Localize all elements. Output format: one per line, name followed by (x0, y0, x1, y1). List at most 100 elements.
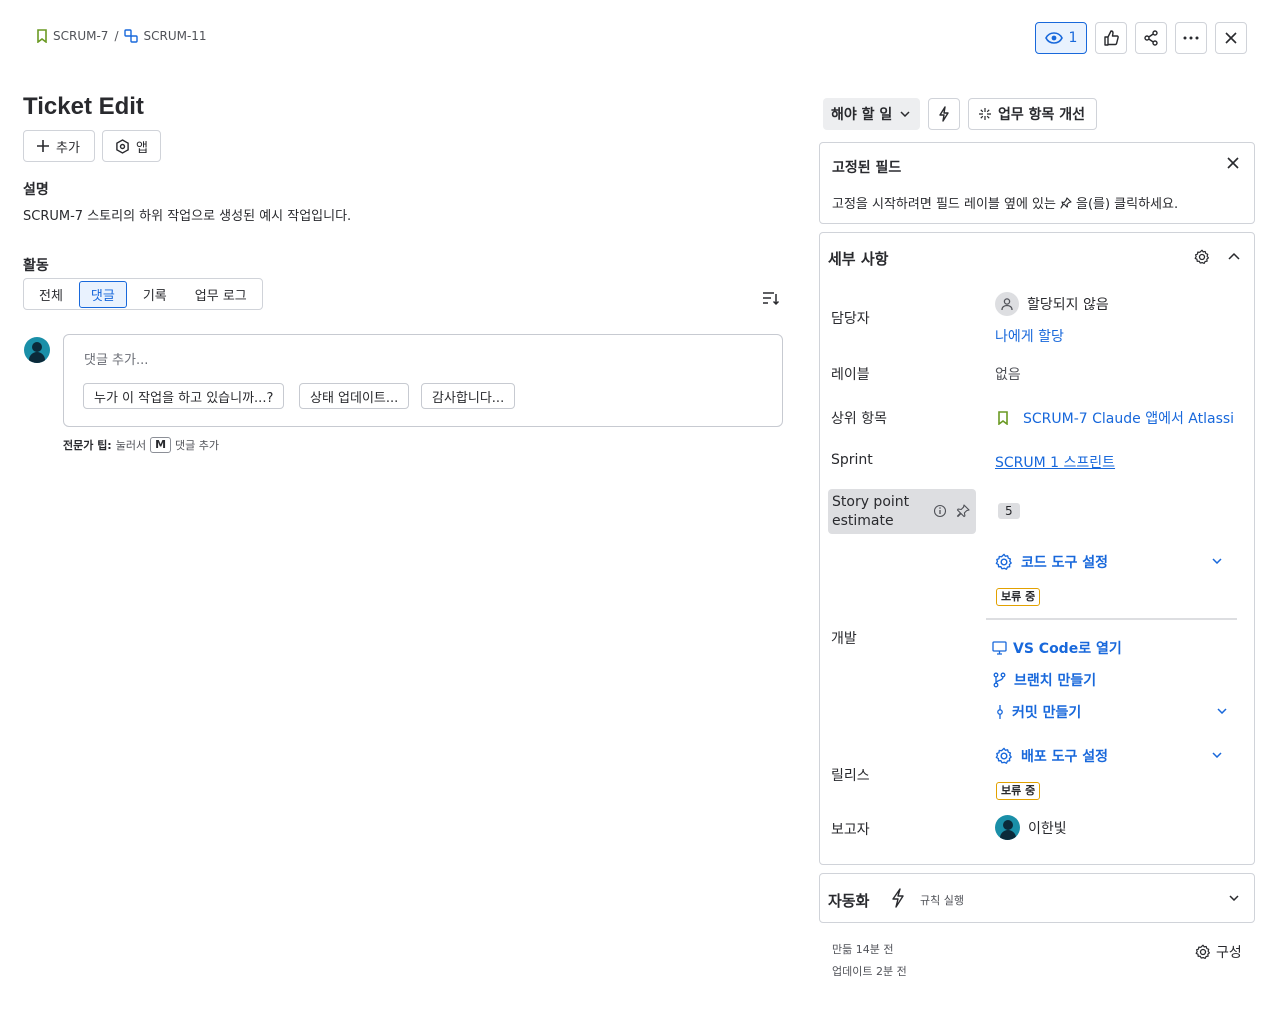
lightning-icon (938, 106, 950, 122)
pinned-hint-after: 을(를) 클릭하세요. (1075, 197, 1179, 212)
divider (986, 618, 1237, 620)
story-points-label-box: Story point estimate (828, 489, 976, 534)
assignee-label: 담당자 (831, 311, 870, 327)
like-button[interactable] (1095, 22, 1127, 54)
lightning-icon (891, 888, 905, 908)
breadcrumb-separator: / (114, 29, 119, 43)
deploy-tool-setup-label: 배포 도구 설정 (1021, 749, 1109, 765)
pinned-fields-hint: 고정을 시작하려면 필드 레이블 옆에 있는 을(를) 클릭하세요. (832, 193, 1178, 212)
add-button-label: 추가 (56, 140, 80, 156)
breadcrumb-parent-label: SCRUM-7 (53, 29, 109, 43)
chevron-down-icon (1229, 895, 1239, 901)
close-button[interactable] (1215, 22, 1247, 54)
eye-icon (1044, 32, 1063, 44)
create-branch-label: 브랜치 만들기 (1014, 673, 1097, 689)
tab-all[interactable]: 전체 (27, 281, 75, 308)
release-pending-badge: 보류 중 (996, 782, 1041, 800)
comment-placeholder: 댓글 추가... (84, 353, 149, 368)
more-actions-button[interactable] (1175, 22, 1207, 54)
story-icon (36, 29, 48, 43)
code-pending-badge: 보류 중 (996, 588, 1041, 606)
info-icon[interactable] (933, 504, 947, 518)
parent-value: SCRUM-7 Claude 앱에서 Atlassi (1023, 411, 1235, 427)
assign-to-me-link[interactable]: 나에게 할당 (995, 326, 1064, 346)
automation-panel[interactable]: 자동화 규칙 실행 (819, 873, 1255, 923)
chevron-down-icon (1212, 752, 1222, 758)
parent-label: 상위 항목 (831, 411, 887, 427)
pro-tip-prefix: 전문가 팁: (63, 439, 112, 452)
close-icon (1226, 156, 1240, 170)
comment-input[interactable]: 댓글 추가... (63, 334, 783, 427)
chevron-down-icon (1212, 558, 1222, 564)
open-vscode-link[interactable]: VS Code로 열기 (992, 638, 1122, 658)
breadcrumb-parent[interactable]: SCRUM-7 (36, 29, 108, 43)
unassigned-avatar-icon (995, 292, 1019, 316)
code-tool-expand-button[interactable] (1212, 558, 1222, 564)
sprint-link[interactable]: SCRUM 1 스프린트 (995, 452, 1115, 472)
commit-expand-button[interactable] (1217, 708, 1227, 714)
plus-icon (36, 139, 50, 153)
shortcut-key: M (150, 437, 172, 453)
quick-reply-thanks[interactable]: 감사합니다... (421, 383, 516, 409)
code-tool-setup-label: 코드 도구 설정 (1021, 555, 1109, 571)
share-button[interactable] (1135, 22, 1167, 54)
pin-icon[interactable] (956, 504, 970, 518)
pinned-hint-before: 고정을 시작하려면 필드 레이블 옆에 있는 (832, 197, 1056, 212)
pinned-fields-title: 고정된 필드 (832, 160, 902, 176)
configure-label: 구성 (1216, 945, 1242, 961)
tab-history[interactable]: 기록 (131, 281, 179, 308)
details-collapse-button[interactable] (1228, 252, 1240, 260)
story-points-label-line2: estimate (832, 513, 894, 529)
story-points-label-line1: Story point (832, 494, 910, 510)
story-points-value[interactable]: 5 (998, 503, 1020, 519)
deploy-tool-expand-button[interactable] (1212, 752, 1222, 758)
pin-icon (1060, 196, 1072, 209)
commit-icon (996, 704, 1004, 720)
code-tool-setup-link[interactable]: 코드 도구 설정 (995, 552, 1108, 572)
activity-heading: 활동 (23, 258, 49, 274)
close-icon (1224, 31, 1238, 45)
watch-button[interactable]: 1 (1035, 22, 1087, 54)
quick-reply-who[interactable]: 누가 이 작업을 하고 있습니까...? (83, 383, 285, 409)
description-text[interactable]: SCRUM-7 스토리의 하위 작업으로 생성된 예시 작업입니다. (23, 205, 351, 224)
apps-icon (115, 138, 130, 154)
automation-trigger-button[interactable] (928, 98, 960, 130)
create-commit-label: 커밋 만들기 (1012, 705, 1082, 721)
watch-count: 1 (1068, 30, 1078, 46)
labels-value[interactable]: 없음 (995, 364, 1021, 384)
breadcrumb: SCRUM-7 / SCRUM-11 (36, 29, 207, 43)
pro-tip: 전문가 팁: 눌러서 M 댓글 추가 (63, 437, 219, 453)
reporter-value: 이한빛 (1028, 820, 1067, 837)
status-dropdown[interactable]: 해야 할 일 (823, 98, 921, 130)
quick-reply-status[interactable]: 상태 업데이트... (299, 383, 410, 409)
parent-link[interactable]: SCRUM-7 Claude 앱에서 Atlassi (997, 408, 1237, 428)
create-branch-link[interactable]: 브랜치 만들기 (993, 670, 1096, 690)
configure-button[interactable]: 구성 (1195, 942, 1242, 962)
reporter-field[interactable]: 이한빛 (995, 815, 1067, 840)
create-commit-link[interactable]: 커밋 만들기 (996, 702, 1081, 722)
labels-label: 레이블 (831, 367, 870, 383)
pinned-fields-panel: 고정된 필드 고정을 시작하려면 필드 레이블 옆에 있는 을(를) 클릭하세요… (819, 142, 1255, 224)
pending-badge: 보류 중 (996, 588, 1041, 606)
breadcrumb-current[interactable]: SCRUM-11 (124, 29, 207, 43)
deploy-tool-setup-link[interactable]: 배포 도구 설정 (995, 746, 1108, 766)
issue-title[interactable]: Ticket Edit (23, 93, 144, 121)
details-title: 세부 사항 (828, 250, 889, 268)
story-points-label: Story point estimate (832, 493, 909, 531)
assignee-field[interactable]: 할당되지 않음 (995, 292, 1109, 316)
sort-button[interactable] (762, 290, 780, 306)
release-label: 릴리스 (831, 768, 870, 784)
gear-icon (1195, 944, 1211, 960)
add-button[interactable]: 추가 (23, 130, 95, 162)
reporter-label: 보고자 (831, 822, 870, 838)
status-label: 해야 할 일 (831, 107, 893, 123)
apps-button[interactable]: 앱 (102, 130, 161, 162)
details-settings-button[interactable] (1194, 249, 1210, 265)
pinned-close-button[interactable] (1226, 156, 1240, 170)
chevron-down-icon (900, 111, 910, 117)
tab-worklog[interactable]: 업무 로그 (183, 281, 259, 308)
improve-work-item-button[interactable]: 업무 항목 개선 (968, 98, 1098, 130)
assignee-value: 할당되지 않음 (1027, 297, 1109, 313)
monitor-icon (992, 641, 1007, 655)
tab-comments[interactable]: 댓글 (78, 280, 127, 308)
